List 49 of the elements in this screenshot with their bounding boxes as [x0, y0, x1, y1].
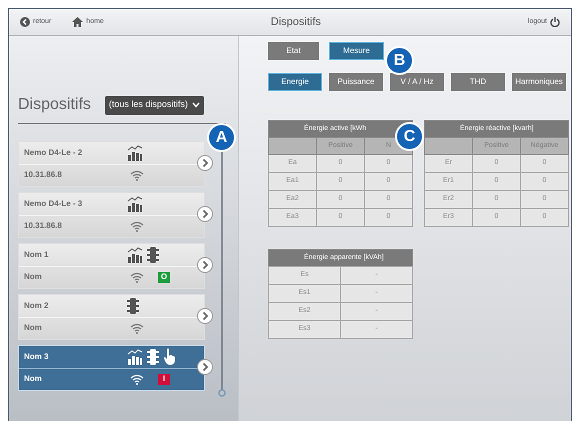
tab[interactable]: V / A / Hz	[390, 73, 444, 91]
tab[interactable]: Mesure	[329, 42, 384, 60]
device-card[interactable]: Nemo D4-Le - 3 10.31.86.8	[18, 192, 205, 238]
device-address: Nom	[23, 271, 43, 284]
device-card[interactable]: Nom 1 Nom O	[18, 243, 205, 289]
device-card[interactable]: Nemo D4-Le - 2 10.31.86.8	[18, 141, 205, 187]
wifi-icon	[130, 374, 144, 385]
device-address: 10.31.86.8	[23, 169, 63, 182]
wifi-icon	[130, 322, 144, 334]
device-name: Nom 3	[23, 350, 50, 363]
status-indicator: O	[158, 272, 170, 283]
wifi-icon	[130, 170, 144, 181]
device-name: Nemo D4-Le - 3	[23, 198, 84, 210]
tab[interactable]: Puissance	[329, 73, 383, 91]
device-address: 10.31.86.8	[23, 220, 63, 232]
chevron-button[interactable]	[197, 359, 213, 375]
tab[interactable]: Energie	[268, 73, 322, 91]
bar-chart-icon	[127, 348, 143, 365]
traffic-light-icon	[147, 348, 159, 365]
filter-dropdown[interactable]: (tous les dispositifs)	[104, 96, 204, 114]
power-icon	[550, 17, 560, 27]
status-indicator: I	[158, 374, 170, 385]
wifi-icon	[130, 220, 144, 232]
chevron-button[interactable]	[197, 308, 213, 324]
tab[interactable]: THD	[451, 73, 505, 91]
chevron-button[interactable]	[197, 206, 213, 222]
bar-chart-icon	[127, 144, 143, 161]
chevron-button[interactable]	[197, 257, 213, 273]
tab[interactable]: Harmoniques	[512, 73, 566, 91]
wifi-icon	[130, 272, 144, 283]
back-icon	[20, 17, 30, 27]
bar-chart-icon	[127, 246, 143, 263]
device-address: Nom	[23, 373, 43, 386]
sidebar-title: Dispositifs	[18, 95, 91, 115]
device-name: Nemo D4-Le - 2	[23, 146, 84, 159]
home-icon	[72, 17, 84, 27]
traffic-light-icon	[127, 298, 139, 314]
traffic-light-icon	[147, 246, 159, 263]
window-title: Dispositifs	[270, 14, 322, 30]
pointing-hand-icon	[163, 348, 176, 366]
device-name: Nom 1	[23, 248, 50, 261]
chevron-button[interactable]	[197, 155, 213, 171]
device-name: Nom 2	[23, 300, 50, 312]
caret-icon	[192, 102, 200, 108]
bar-chart-icon	[127, 196, 143, 212]
device-card[interactable]: Nom 2 Nom	[18, 294, 205, 340]
device-card[interactable]: Nom 3 Nom I	[18, 345, 205, 391]
tab[interactable]: Etat	[268, 42, 319, 60]
device-address: Nom	[23, 322, 43, 334]
